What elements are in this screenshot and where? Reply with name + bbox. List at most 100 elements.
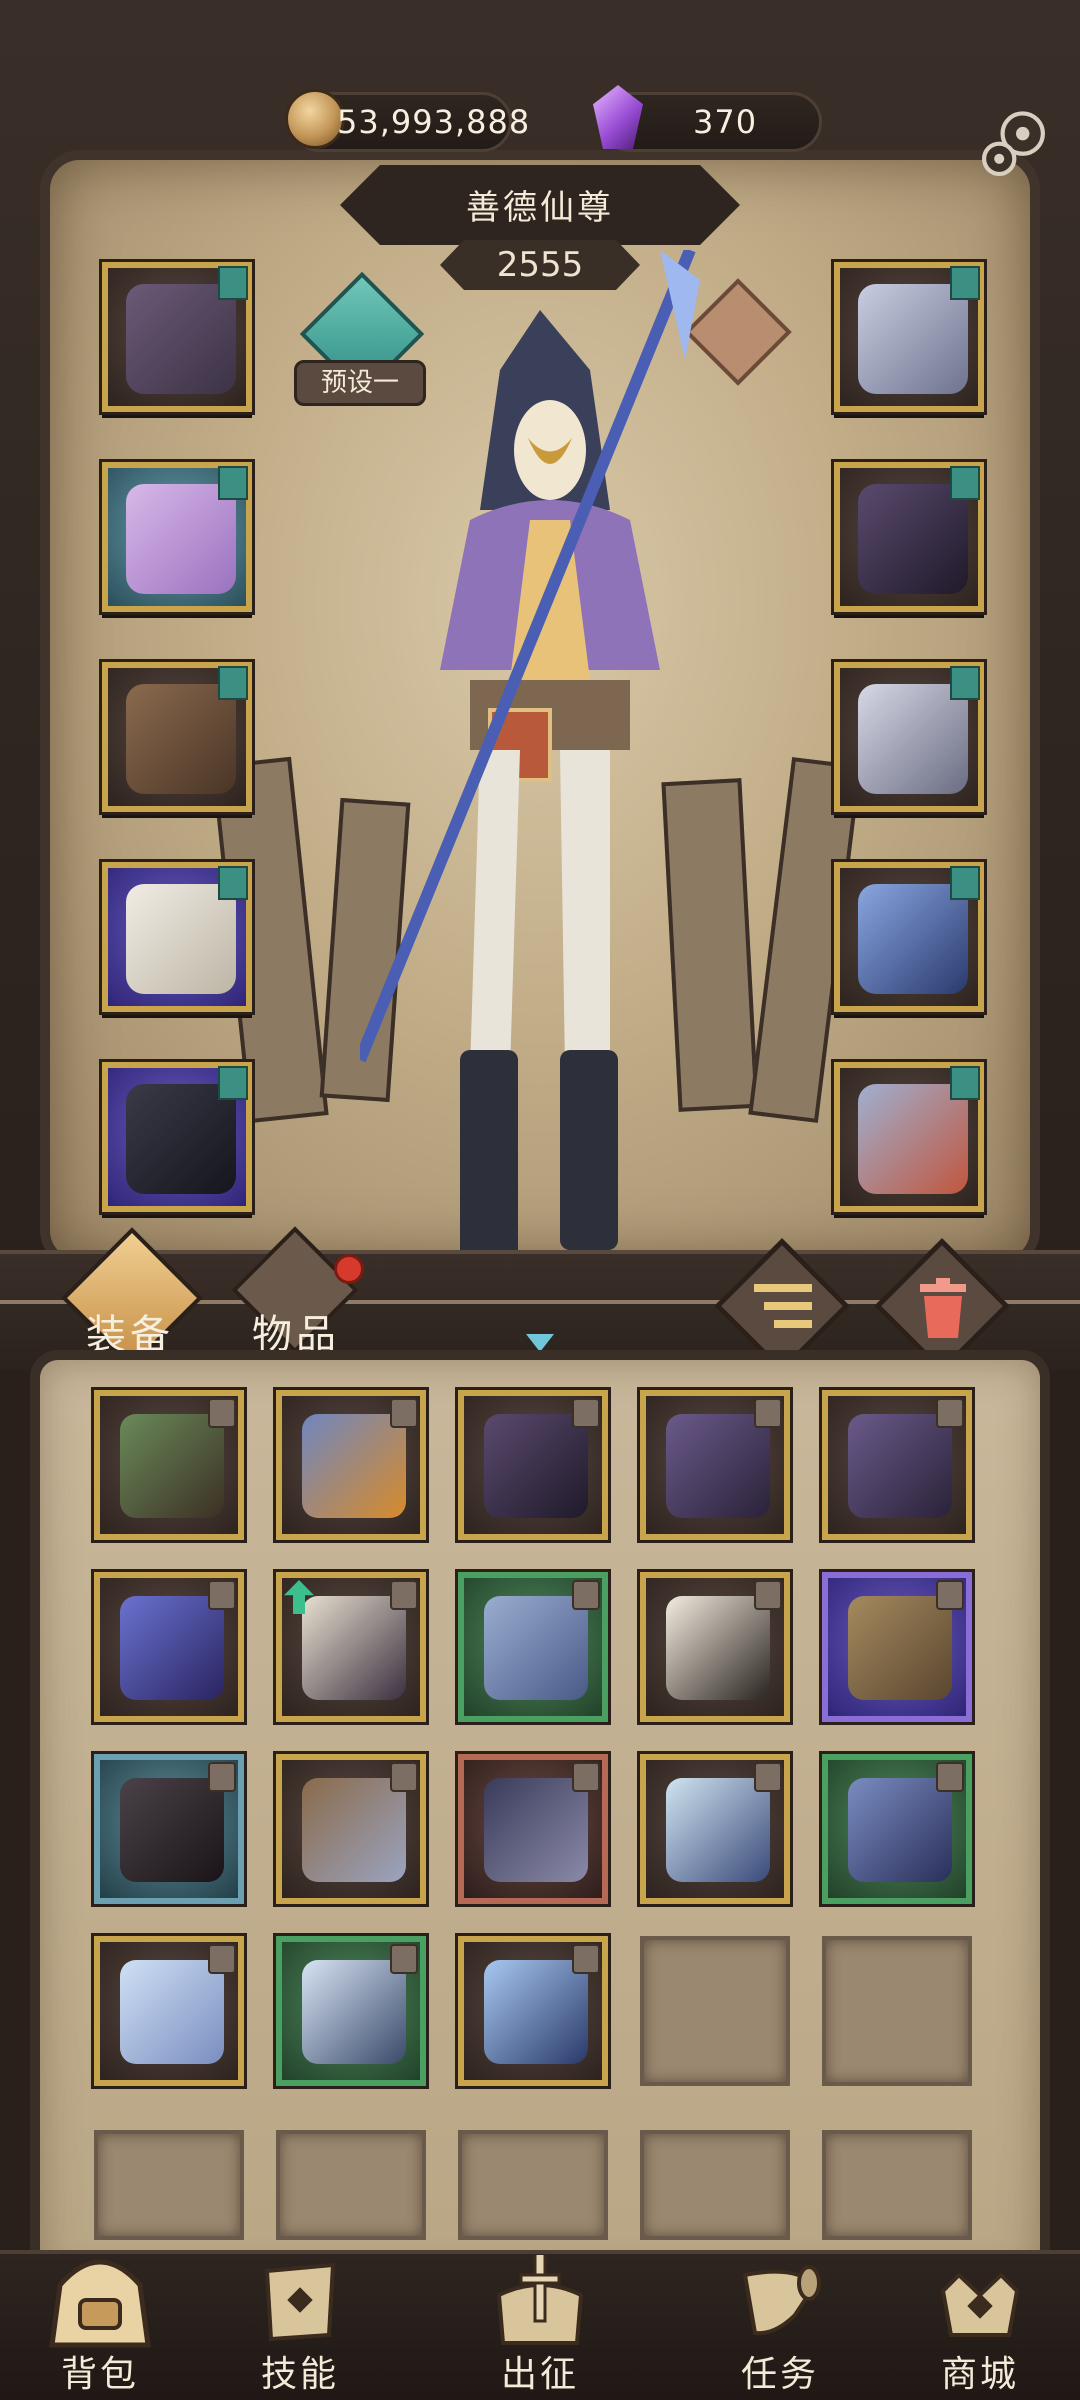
equip-slot-emblem[interactable]	[99, 259, 255, 415]
lock-icon[interactable]	[754, 1580, 782, 1610]
equip-slot-boots[interactable]	[99, 1059, 255, 1215]
inventory-slot[interactable]	[455, 1751, 611, 1907]
quest-horn-icon	[742, 2265, 821, 2336]
nav-skills[interactable]: 技能	[210, 2245, 390, 2400]
lock-icon[interactable]	[936, 1580, 964, 1610]
gold-counter[interactable]: 53,993,888	[285, 89, 529, 152]
lock-icon[interactable]	[390, 1762, 418, 1792]
nav-backpack[interactable]: 背包	[10, 2245, 190, 2400]
equip-slot-tome[interactable]	[831, 1059, 987, 1215]
nav-quests[interactable]: 任务	[690, 2245, 870, 2400]
equip-slot-amulet[interactable]	[831, 259, 987, 415]
inventory-slot[interactable]	[273, 1933, 429, 2089]
gold-coin-icon	[285, 89, 345, 149]
equipped-tag	[218, 666, 248, 700]
dark-sword-icon	[484, 1778, 588, 1882]
nav-expedition-label: 出征	[500, 2354, 579, 2395]
lock-icon[interactable]	[390, 1580, 418, 1610]
inventory-slot[interactable]	[91, 1751, 247, 1907]
equipped-tag	[218, 466, 248, 500]
lock-icon[interactable]	[572, 1762, 600, 1792]
equipped-tag	[218, 266, 248, 300]
character-portrait	[360, 250, 700, 1270]
lock-icon[interactable]	[208, 1762, 236, 1792]
lock-icon[interactable]	[572, 1580, 600, 1610]
inventory-slot[interactable]	[455, 1387, 611, 1543]
equip-slot-ring[interactable]	[831, 459, 987, 615]
white-gloves-icon	[666, 1596, 770, 1700]
nav-expedition[interactable]: 出征	[450, 2245, 630, 2400]
equipped-tag	[218, 1066, 248, 1100]
lock-icon[interactable]	[936, 1398, 964, 1428]
star-emblem-icon	[126, 284, 236, 394]
inventory-slot[interactable]	[637, 1751, 793, 1907]
inventory-slot[interactable]	[455, 1933, 611, 2089]
lock-icon[interactable]	[754, 1762, 782, 1792]
empty-inventory-slot[interactable]	[822, 1936, 972, 2086]
equip-slot-gloves[interactable]	[99, 659, 255, 815]
empty-inventory-slot[interactable]	[276, 2130, 426, 2240]
empty-inventory-slot[interactable]	[822, 2130, 972, 2240]
purple-robe-icon	[126, 484, 236, 594]
black-boots-icon	[126, 1084, 236, 1194]
leather-bracer-icon	[126, 684, 236, 794]
empty-inventory-slot[interactable]	[640, 2130, 790, 2240]
inventory-slot[interactable]	[637, 1387, 793, 1543]
scale-skirt-icon	[848, 1778, 952, 1882]
nav-backpack-label: 背包	[60, 2354, 139, 2395]
inventory-slot[interactable]	[637, 1569, 793, 1725]
gem-counter[interactable]: 370	[593, 85, 822, 152]
crystal-wand-icon	[666, 1778, 770, 1882]
nav-shop-label: 商城	[940, 2354, 1019, 2395]
lock-icon[interactable]	[208, 1580, 236, 1610]
empty-inventory-slot[interactable]	[94, 2130, 244, 2240]
inventory-slot[interactable]	[91, 1387, 247, 1543]
inventory-slot[interactable]	[273, 1751, 429, 1907]
settings-gear-icon[interactable]	[974, 100, 1058, 184]
empty-inventory-slot[interactable]	[640, 1936, 790, 2086]
equip-slot-weapon[interactable]	[831, 859, 987, 1015]
nav-quests-label: 任务	[740, 2354, 819, 2395]
blue-amulet-icon	[120, 1596, 224, 1700]
crescent-icon	[858, 684, 968, 794]
lock-icon[interactable]	[390, 1944, 418, 1974]
shop-crown-icon	[940, 2272, 1020, 2337]
lock-icon[interactable]	[936, 1762, 964, 1792]
equip-slot-offhand[interactable]	[831, 659, 987, 815]
inventory-slot[interactable]	[455, 1569, 611, 1725]
equipped-tag	[950, 866, 980, 900]
spear-icon	[858, 884, 968, 994]
leather-boots-icon	[848, 1596, 952, 1700]
nav-shop[interactable]: 商城	[890, 2245, 1070, 2400]
inventory-slot[interactable]	[819, 1751, 975, 1907]
inventory-slot[interactable]	[273, 1387, 429, 1543]
claw-ring-icon	[858, 484, 968, 594]
empty-inventory-slot[interactable]	[458, 2130, 608, 2240]
ice-crown-icon	[302, 1960, 406, 2064]
claw-ring-icon	[484, 1414, 588, 1518]
lock-icon[interactable]	[390, 1398, 418, 1428]
lock-icon[interactable]	[754, 1398, 782, 1428]
nav-skills-label: 技能	[260, 2354, 339, 2395]
lock-icon[interactable]	[208, 1944, 236, 1974]
lock-icon[interactable]	[572, 1944, 600, 1974]
armored-boots-icon	[302, 1778, 406, 1882]
lock-icon[interactable]	[208, 1398, 236, 1428]
inventory-slot[interactable]	[273, 1569, 429, 1725]
gem-amount: 370	[693, 103, 758, 141]
inventory-slot[interactable]	[819, 1387, 975, 1543]
inventory-slot[interactable]	[819, 1569, 975, 1725]
inventory-slot[interactable]	[91, 1933, 247, 2089]
halo-boots-icon	[120, 1960, 224, 2064]
bone-gauntlet-icon	[848, 1414, 952, 1518]
equip-slot-armor[interactable]	[99, 459, 255, 615]
lock-icon[interactable]	[572, 1398, 600, 1428]
inventory-slot[interactable]	[91, 1569, 247, 1725]
sort-icon	[754, 1284, 812, 1328]
equipped-tag	[950, 666, 980, 700]
equipped-tag	[950, 1066, 980, 1100]
dark-boots-icon	[120, 1778, 224, 1882]
equip-slot-pants[interactable]	[99, 859, 255, 1015]
orb-tome-icon	[302, 1414, 406, 1518]
scale-bracer-icon	[484, 1596, 588, 1700]
